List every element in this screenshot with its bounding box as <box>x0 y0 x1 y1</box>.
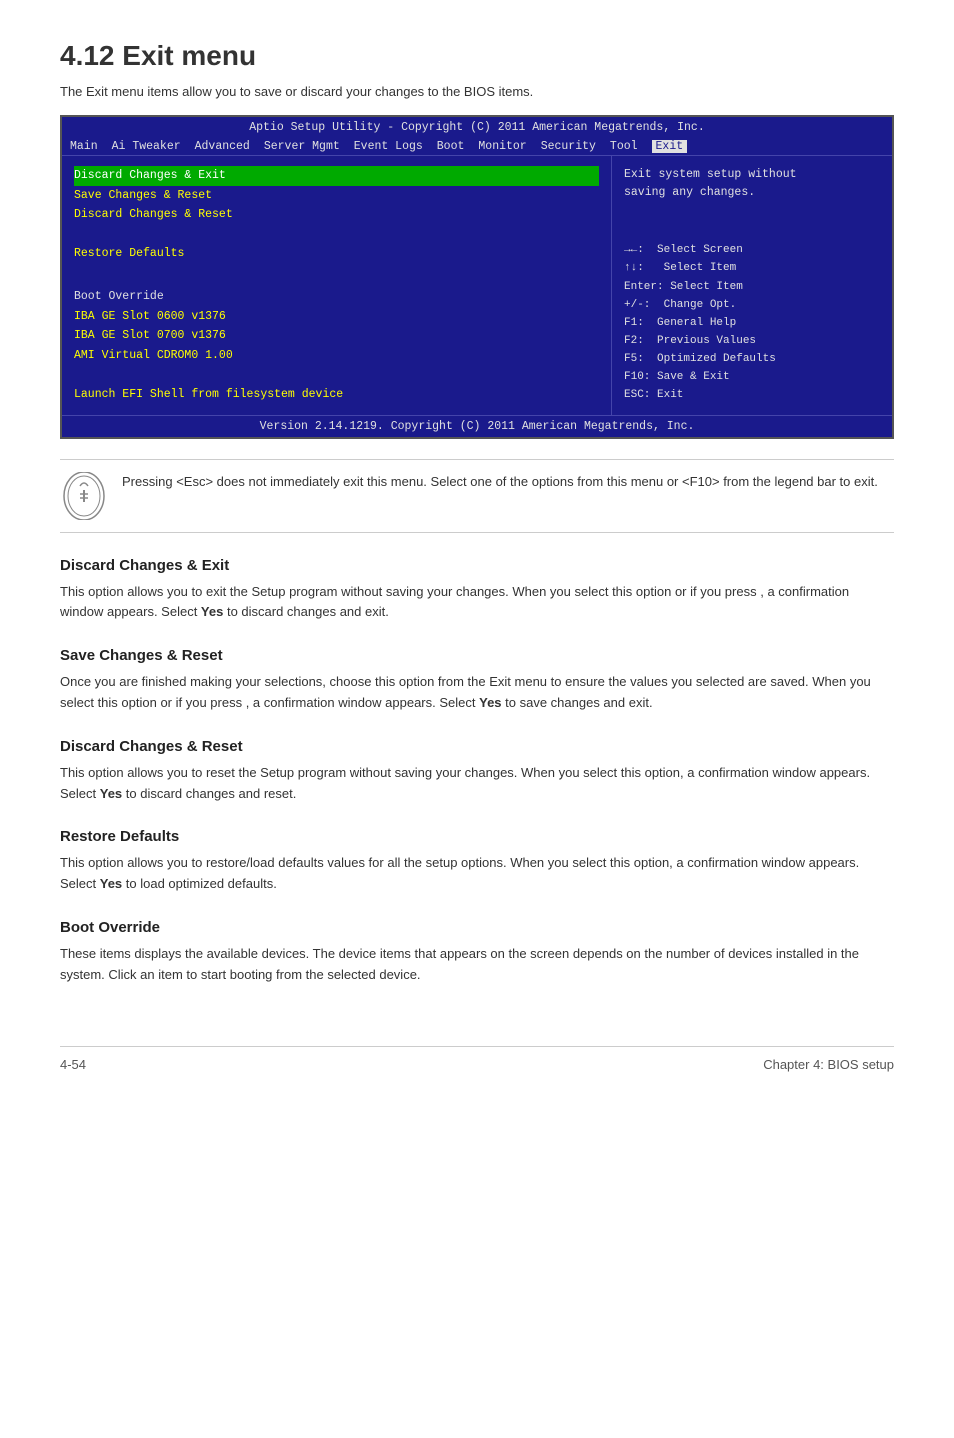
section-heading-boot-override: Boot Override <box>60 919 894 936</box>
bios-legend: →←: Select Screen ↑↓: Select Item Enter:… <box>624 241 880 404</box>
page-intro: The Exit menu items allow you to save or… <box>60 84 894 99</box>
page-footer: 4-54 Chapter 4: BIOS setup <box>60 1046 894 1072</box>
section-body-discard-reset: This option allows you to reset the Setu… <box>60 763 894 805</box>
section-heading-restore-defaults: Restore Defaults <box>60 828 894 845</box>
bios-item-discard-reset[interactable]: Discard Changes & Reset <box>74 205 599 225</box>
bios-terminal: Aptio Setup Utility - Copyright (C) 2011… <box>60 115 894 439</box>
bios-item-restore-defaults[interactable]: Restore Defaults <box>74 244 599 264</box>
note-box: Pressing <Esc> does not immediately exit… <box>60 459 894 533</box>
section-body-save-reset: Once you are finished making your select… <box>60 672 894 714</box>
section-heading-save-reset: Save Changes & Reset <box>60 647 894 664</box>
menu-main[interactable]: Main <box>70 140 98 153</box>
footer-page-number: 4-54 <box>60 1057 86 1072</box>
menu-ai-tweaker[interactable]: Ai Tweaker <box>112 140 181 153</box>
note-text: Pressing <Esc> does not immediately exit… <box>122 472 878 492</box>
menu-monitor[interactable]: Monitor <box>478 140 526 153</box>
bios-item-ami-cdrom[interactable]: AMI Virtual CDROM0 1.00 <box>74 346 599 366</box>
bios-boot-override-label: Boot Override <box>74 287 599 307</box>
section-body-restore-defaults: This option allows you to restore/load d… <box>60 853 894 895</box>
menu-boot[interactable]: Boot <box>437 140 465 153</box>
footer-chapter: Chapter 4: BIOS setup <box>763 1057 894 1072</box>
bios-item-efi-shell[interactable]: Launch EFI Shell from filesystem device <box>74 385 599 405</box>
menu-server-mgmt[interactable]: Server Mgmt <box>264 140 340 153</box>
bios-content-area: Discard Changes & Exit Save Changes & Re… <box>62 155 892 415</box>
sections-container: Discard Changes & Exit This option allows… <box>60 557 894 986</box>
section-body-boot-override: These items displays the available devic… <box>60 944 894 986</box>
menu-event-logs[interactable]: Event Logs <box>354 140 423 153</box>
bios-menubar[interactable]: Main Ai Tweaker Advanced Server Mgmt Eve… <box>62 138 892 155</box>
bios-item-save-reset[interactable]: Save Changes & Reset <box>74 186 599 206</box>
bios-item-iba-0600[interactable]: IBA GE Slot 0600 v1376 <box>74 307 599 327</box>
bios-right-panel: Exit system setup withoutsaving any chan… <box>612 156 892 415</box>
bios-right-description: Exit system setup withoutsaving any chan… <box>624 166 880 203</box>
bios-item-iba-0700[interactable]: IBA GE Slot 0700 v1376 <box>74 326 599 346</box>
menu-security[interactable]: Security <box>541 140 596 153</box>
section-heading-discard-exit: Discard Changes & Exit <box>60 557 894 574</box>
bios-left-panel: Discard Changes & Exit Save Changes & Re… <box>62 156 612 415</box>
bios-footer: Version 2.14.1219. Copyright (C) 2011 Am… <box>62 415 892 437</box>
bios-header: Aptio Setup Utility - Copyright (C) 2011… <box>62 117 892 138</box>
menu-advanced[interactable]: Advanced <box>195 140 250 153</box>
note-icon <box>60 472 108 520</box>
menu-exit[interactable]: Exit <box>652 140 688 153</box>
section-heading-discard-reset: Discard Changes & Reset <box>60 738 894 755</box>
bios-item-discard-exit[interactable]: Discard Changes & Exit <box>74 166 599 186</box>
page-title: 4.12 Exit menu <box>60 40 894 72</box>
menu-tool[interactable]: Tool <box>610 140 638 153</box>
section-body-discard-exit: This option allows you to exit the Setup… <box>60 582 894 624</box>
